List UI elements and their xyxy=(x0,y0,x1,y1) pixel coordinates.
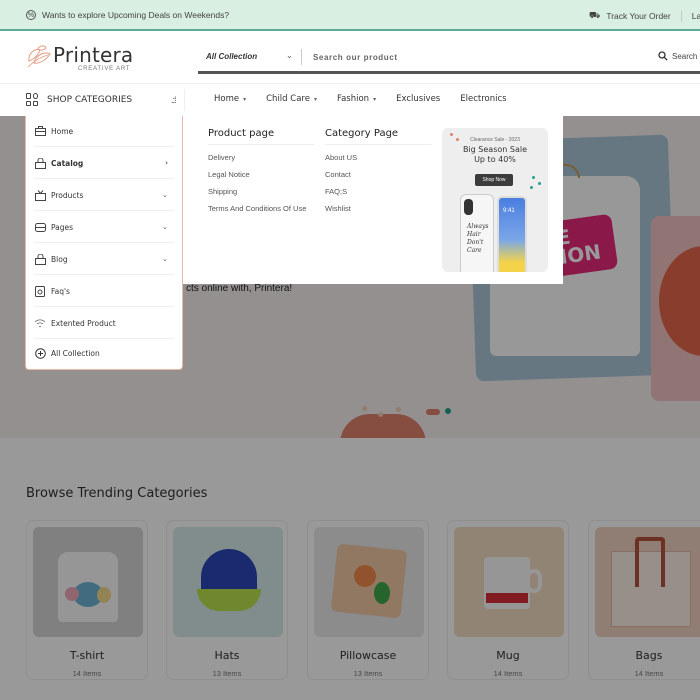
mega-link[interactable]: Wishlist xyxy=(325,202,431,216)
dropdown-item-products[interactable]: Products ⌄ xyxy=(34,180,174,211)
search-button[interactable]: Search xyxy=(658,51,697,61)
percent-circle-icon: % xyxy=(26,10,36,20)
search-icon xyxy=(658,51,668,61)
divider xyxy=(184,89,185,111)
dropdown-label: Home xyxy=(51,126,74,136)
site-header: Printera CREATIVE ART All Collection ⌄ S… xyxy=(0,33,700,83)
main-navbar: SHOP CATEGORIES .:⁞ Home ▾ Child Care ▾ Fa… xyxy=(0,83,700,116)
promo-title: Big Season Sale Up to 40% xyxy=(442,145,548,165)
logo-tagline: CREATIVE ART xyxy=(78,66,131,72)
shop-categories-label: SHOP CATEGORIES xyxy=(47,94,133,105)
promo-title-line1: Big Season Sale xyxy=(462,145,528,154)
bag-icon xyxy=(34,253,46,265)
divider xyxy=(680,10,682,22)
nav-label: Exclusives xyxy=(396,94,441,104)
dropdown-item-extended-product[interactable]: Extented Product xyxy=(34,308,174,339)
nav-item-child-care[interactable]: Child Care ▾ xyxy=(266,94,317,104)
grid-icon xyxy=(26,93,39,106)
decor-dot xyxy=(532,176,535,179)
phone-case-image: Always Hair Don't Care xyxy=(460,194,494,272)
nav-item-electronics[interactable]: Electronics xyxy=(460,94,506,104)
promo-subtitle: Clearance Sale - 2023 xyxy=(470,137,520,143)
dropdown-label: Faq's xyxy=(51,286,70,296)
shop-categories-toggle[interactable]: SHOP CATEGORIES xyxy=(26,93,132,106)
chevron-down-icon: ⌄ xyxy=(162,255,168,263)
track-order-link[interactable]: Track Your Order xyxy=(606,11,670,21)
collection-select[interactable]: All Collection xyxy=(206,52,257,61)
logo[interactable]: Printera CREATIVE ART xyxy=(26,41,136,73)
dropdown-label: Extented Product xyxy=(51,318,116,328)
main-menu: Home ▾ Child Care ▾ Fashion ▾ Exclusives El… xyxy=(214,94,527,104)
nav-label: Fashion xyxy=(336,94,370,104)
promo-banner[interactable]: Clearance Sale - 2023 Big Season Sale Up… xyxy=(442,128,548,272)
nav-label: Electronics xyxy=(460,94,507,104)
decor-dot xyxy=(538,182,541,185)
mega-column-product-page: Product page Delivery Legal Notice Shipp… xyxy=(208,128,314,219)
chevron-down-icon[interactable]: ⌄ xyxy=(286,51,293,60)
nav-item-fashion[interactable]: Fashion ▾ xyxy=(337,94,376,104)
nav-item-home[interactable]: Home ▾ xyxy=(214,94,246,104)
column-title: Category Page xyxy=(325,128,431,145)
promo-text: Wants to explore Upcoming Deals on Weeke… xyxy=(42,10,230,20)
dropdown-item-pages[interactable]: Pages ⌄ xyxy=(34,212,174,243)
dropdown-item-blog[interactable]: Blog ⌄ xyxy=(34,244,174,275)
promo-title-line2: Up to 40% xyxy=(474,155,516,164)
nav-label: Child Care xyxy=(266,94,310,104)
search-button-label: Search xyxy=(672,51,698,61)
dropdown-item-home[interactable]: Home xyxy=(34,116,174,147)
dropdown-label: Blog xyxy=(51,254,68,264)
logo-name: Printera xyxy=(53,43,134,67)
leaf-logo-icon xyxy=(27,45,51,68)
announcement-bar: % Wants to explore Upcoming Deals on Wee… xyxy=(0,0,700,31)
promo-message[interactable]: % Wants to explore Upcoming Deals on Wee… xyxy=(26,10,229,20)
mega-link[interactable]: Legal Notice xyxy=(208,168,314,182)
phone-screen-image: 9:41 xyxy=(497,196,527,272)
mega-link[interactable]: FAQ;S xyxy=(325,185,431,199)
mega-link[interactable]: About US xyxy=(325,151,431,165)
divider xyxy=(301,49,302,65)
language-selector[interactable]: Lang xyxy=(692,11,700,21)
truck-icon: ⛟ xyxy=(589,10,601,20)
inbox-icon xyxy=(34,222,46,232)
chevron-down-icon: ⌄ xyxy=(162,191,168,199)
tv-icon xyxy=(34,189,46,201)
phone-time: 9:41 xyxy=(503,208,515,214)
nav-label: Home xyxy=(214,94,240,104)
decor-dot xyxy=(450,133,453,136)
case-print-text: Always Hair Don't Care xyxy=(467,223,489,254)
bag-icon xyxy=(34,157,46,169)
mega-link[interactable]: Contact xyxy=(325,168,431,182)
speaker-icon xyxy=(34,285,46,297)
camera-icon xyxy=(464,199,473,215)
mega-column-category-page: Category Page About US Contact FAQ;S Wis… xyxy=(325,128,431,219)
chevron-down-icon: ▾ xyxy=(243,96,247,103)
shop-now-button[interactable]: Shop Now xyxy=(475,174,513,186)
chevron-right-icon: › xyxy=(165,159,168,167)
decor-dot xyxy=(530,186,533,189)
dropdown-label: Products xyxy=(51,190,84,200)
chevron-down-icon: ▾ xyxy=(373,96,377,103)
plus-circle-icon xyxy=(34,348,46,359)
mega-link[interactable]: Delivery xyxy=(208,151,314,165)
category-dropdown: Home Catalog › Products ⌄ Pages ⌄ Blog ⌄… xyxy=(25,116,183,370)
dropdown-item-catalog[interactable]: Catalog › xyxy=(34,148,174,179)
wifi-icon xyxy=(34,318,46,328)
column-title: Product page xyxy=(208,128,314,145)
catalog-mega-menu: Product page Delivery Legal Notice Shipp… xyxy=(183,116,563,284)
search-bar: All Collection ⌄ Search xyxy=(198,44,700,74)
chevron-down-icon: ▾ xyxy=(313,96,317,103)
dropdown-item-all-collection[interactable]: All Collection xyxy=(34,338,174,369)
chevron-down-icon: ⌄ xyxy=(162,223,168,231)
dropdown-label: Catalog xyxy=(51,158,84,168)
mega-link[interactable]: Terms And Conditions Of Use xyxy=(208,202,314,216)
search-input[interactable] xyxy=(313,49,613,65)
dots-icon[interactable]: .:⁞ xyxy=(171,95,176,105)
dropdown-item-faqs[interactable]: Faq's xyxy=(34,276,174,307)
dropdown-label: All Collection xyxy=(51,349,100,358)
dropdown-label: Pages xyxy=(51,222,74,232)
mega-link[interactable]: Shipping xyxy=(208,185,314,199)
nav-item-exclusives[interactable]: Exclusives xyxy=(396,94,440,104)
briefcase-icon xyxy=(34,126,46,136)
